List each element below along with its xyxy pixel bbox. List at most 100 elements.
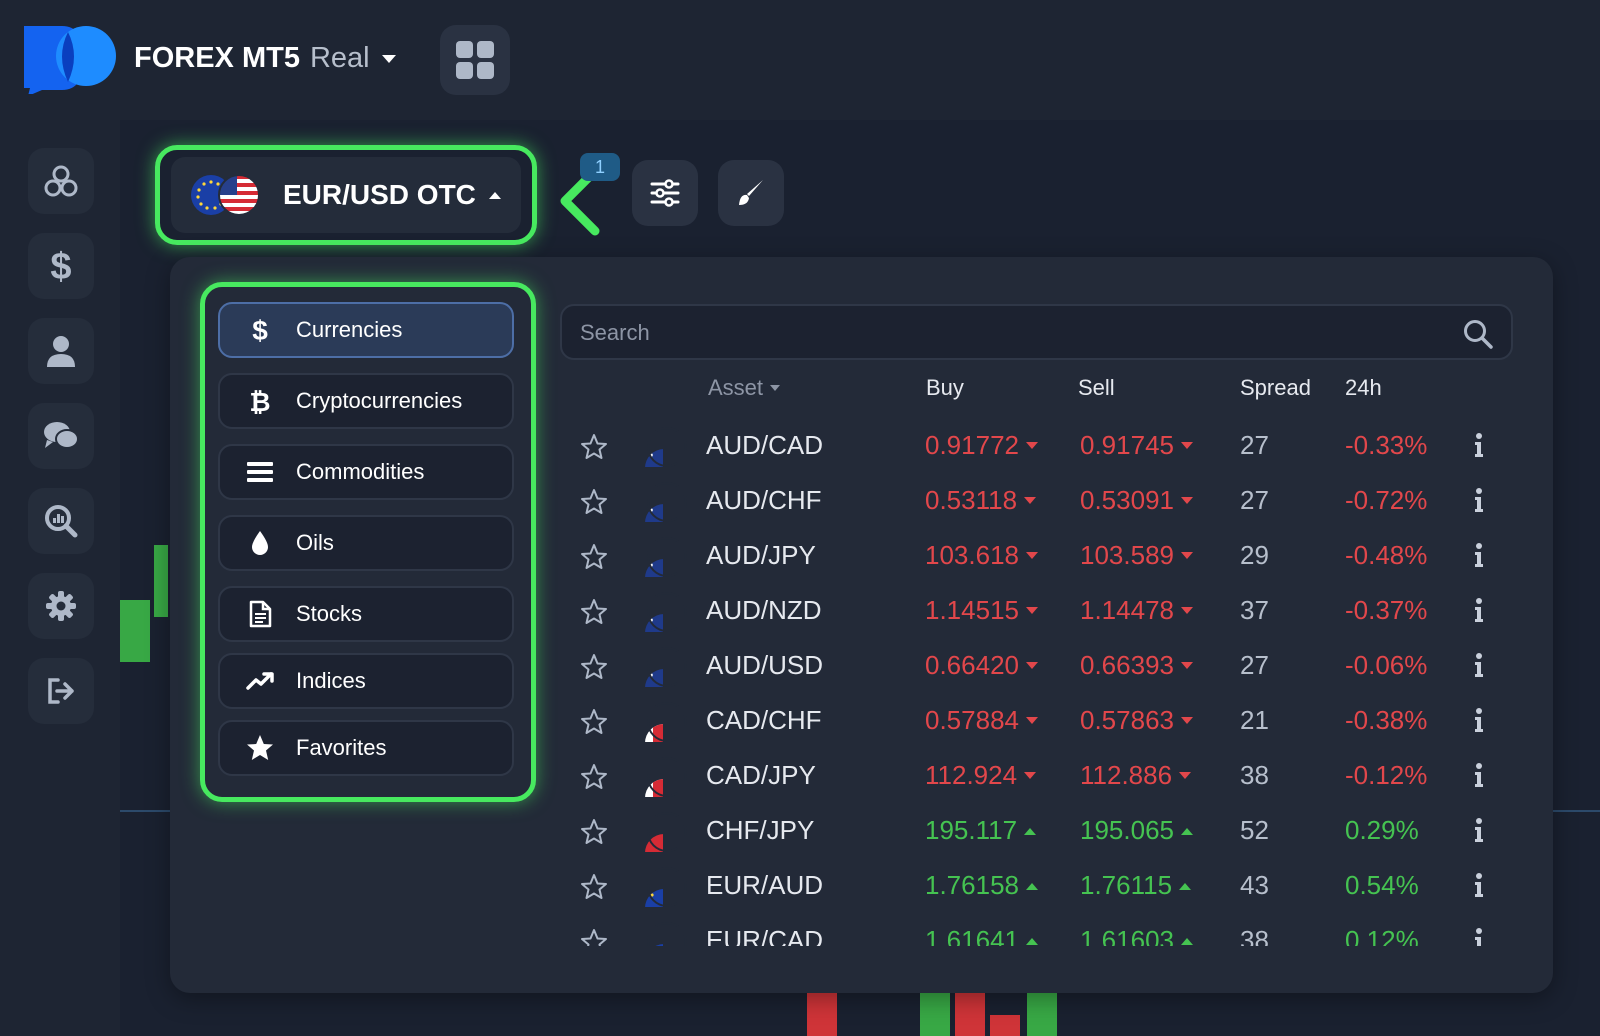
chart-candle <box>990 1015 1020 1036</box>
star-outline-icon[interactable] <box>580 708 608 736</box>
sidebar-item-analytics[interactable] <box>28 488 94 554</box>
layout-grid-button[interactable] <box>440 25 510 95</box>
top-bar: FOREX MT5 Real <box>0 0 1600 120</box>
asset-pair-name: AUD/CAD <box>706 430 824 460</box>
sidebar-item-finance[interactable]: $ <box>28 233 94 299</box>
category-label: Commodities <box>296 459 425 484</box>
table-row[interactable]: CAD/JPY 112.924 112.886 38 -0.12% <box>560 748 1510 804</box>
star-outline-icon[interactable] <box>580 928 608 946</box>
price-direction-icon <box>1180 661 1193 669</box>
buy-price-value: 0.57884 <box>925 705 1019 735</box>
chart-settings-button[interactable] <box>632 160 698 226</box>
document-icon <box>246 600 274 628</box>
star-outline-icon[interactable] <box>580 873 608 901</box>
price-direction-icon <box>1024 771 1037 779</box>
table-row[interactable]: AUD/USD 0.66420 0.66393 27 -0.06% <box>560 638 1510 694</box>
grid-icon <box>456 41 494 79</box>
currency-pair-flags-icon <box>645 922 687 946</box>
category-cryptocurrencies[interactable]: ₿ Cryptocurrencies <box>218 373 514 429</box>
spread-value: 27 <box>1240 430 1269 460</box>
table-row[interactable]: AUD/CAD 0.91772 0.91745 27 -0.33% <box>560 418 1510 474</box>
info-icon[interactable] <box>1472 817 1486 843</box>
category-commodities[interactable]: Commodities <box>218 444 514 500</box>
chart-candle <box>920 993 950 1036</box>
spread-value: 38 <box>1240 760 1269 790</box>
sidebar-item-trading-tools[interactable] <box>28 148 94 214</box>
category-favorites[interactable]: Favorites <box>218 720 514 776</box>
buy-price-value: 0.91772 <box>925 430 1019 460</box>
broker-logo <box>24 26 116 94</box>
star-outline-icon[interactable] <box>580 543 608 571</box>
category-indices[interactable]: Indices <box>218 653 514 709</box>
info-icon[interactable] <box>1472 487 1486 513</box>
price-direction-icon <box>1180 827 1193 835</box>
buy-price: 0.57884 <box>925 705 1039 736</box>
sell-price: 0.91745 <box>1080 430 1194 461</box>
table-row[interactable]: EUR/CAD 1.61641 1.61603 38 0.12% <box>560 913 1510 946</box>
price-direction-icon <box>1024 496 1037 504</box>
buy-price: 1.14515 <box>925 595 1039 626</box>
sell-price: 103.589 <box>1080 540 1194 571</box>
table-row[interactable]: AUD/CHF 0.53118 0.53091 27 -0.72% <box>560 473 1510 529</box>
change-24h-value: -0.06% <box>1345 650 1428 680</box>
drawing-tools-button[interactable] <box>718 160 784 226</box>
spread-value: 43 <box>1240 870 1269 900</box>
spread-value: 29 <box>1240 540 1269 570</box>
left-sidebar: $ <box>0 120 120 1036</box>
info-icon[interactable] <box>1472 927 1486 946</box>
search-icon[interactable] <box>1463 319 1493 349</box>
chart-candle <box>1027 993 1057 1036</box>
info-icon[interactable] <box>1472 542 1486 568</box>
table-row[interactable]: CAD/CHF 0.57884 0.57863 21 -0.38% <box>560 693 1510 749</box>
table-row[interactable]: CHF/JPY 195.117 195.065 52 0.29% <box>560 803 1510 859</box>
info-icon[interactable] <box>1472 762 1486 788</box>
star-outline-icon[interactable] <box>580 598 608 626</box>
category-oils[interactable]: Oils <box>218 515 514 571</box>
category-label: Currencies <box>296 317 403 342</box>
star-outline-icon[interactable] <box>580 433 608 461</box>
column-header-asset[interactable]: Asset <box>708 375 781 401</box>
price-direction-icon <box>1179 771 1192 779</box>
buy-price-value: 103.618 <box>925 540 1019 570</box>
star-outline-icon[interactable] <box>580 488 608 516</box>
sidebar-item-settings[interactable] <box>28 573 94 639</box>
table-row[interactable]: AUD/NZD 1.14515 1.14478 37 -0.37% <box>560 583 1510 639</box>
star-outline-icon[interactable] <box>580 653 608 681</box>
sell-price: 1.76115 <box>1080 870 1192 901</box>
price-direction-icon <box>1025 661 1038 669</box>
change-24h-value: 0.29% <box>1345 815 1419 845</box>
category-stocks[interactable]: Stocks <box>218 586 514 642</box>
sidebar-item-profile[interactable] <box>28 318 94 384</box>
eur-usd-flags-icon <box>191 174 260 216</box>
star-outline-icon[interactable] <box>580 763 608 791</box>
chat-icon <box>44 422 79 449</box>
star-outline-icon[interactable] <box>580 818 608 846</box>
buy-price: 112.924 <box>925 760 1037 791</box>
info-icon[interactable] <box>1472 432 1486 458</box>
change-24h-value: 0.12% <box>1345 925 1419 946</box>
account-title[interactable]: FOREX MT5 Real <box>134 42 370 75</box>
currency-pair-flags-icon <box>645 537 687 577</box>
category-currencies[interactable]: $ Currencies <box>218 302 514 358</box>
info-icon[interactable] <box>1472 707 1486 733</box>
info-icon[interactable] <box>1472 597 1486 623</box>
sidebar-item-chat[interactable] <box>28 403 94 469</box>
currency-pair-flags-icon <box>645 812 687 852</box>
info-icon[interactable] <box>1472 872 1486 898</box>
spread-value: 21 <box>1240 705 1269 735</box>
asset-pair-name: CHF/JPY <box>706 815 815 845</box>
change-24h-value: -0.37% <box>1345 595 1428 625</box>
table-row[interactable]: AUD/JPY 103.618 103.589 29 -0.48% <box>560 528 1510 584</box>
table-row[interactable]: EUR/AUD 1.76158 1.76115 43 0.54% <box>560 858 1510 914</box>
price-direction-icon <box>1025 937 1038 945</box>
sell-price-value: 0.53091 <box>1080 485 1174 515</box>
chevron-down-icon[interactable] <box>380 52 398 66</box>
sliders-icon <box>650 179 680 207</box>
category-label: Stocks <box>296 601 363 626</box>
info-icon[interactable] <box>1472 652 1486 678</box>
asset-pair-name: AUD/CHF <box>706 485 822 515</box>
sidebar-item-logout[interactable] <box>28 658 94 724</box>
sell-price-value: 103.589 <box>1080 540 1174 570</box>
asset-selector-button[interactable]: EUR/USD OTC <box>171 157 521 233</box>
search-input[interactable] <box>580 316 1440 350</box>
